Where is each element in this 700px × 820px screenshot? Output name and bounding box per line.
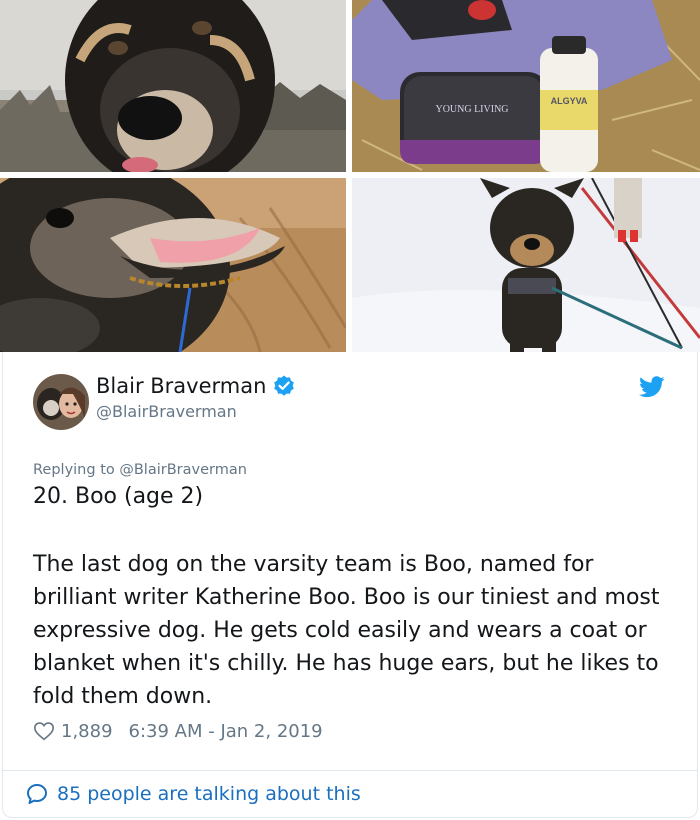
display-name[interactable]: Blair Braverman [96, 374, 266, 398]
verified-badge-icon [274, 375, 295, 396]
tweet-timestamp[interactable]: 6:39 AM - Jan 2, 2019 [129, 721, 323, 742]
avatar[interactable] [33, 374, 89, 430]
card-divider [3, 770, 697, 771]
photo-grid: YOUNG LIVING ALGYVA [0, 0, 700, 352]
twitter-bird-icon[interactable] [639, 376, 665, 398]
conversation-link[interactable]: 85 people are talking about this [25, 782, 361, 806]
speech-bubble-icon [27, 784, 47, 804]
like-count[interactable]: 1,889 [61, 721, 113, 742]
bag-logo-text: YOUNG LIVING [435, 104, 508, 115]
author-name-row: Blair Braverman [96, 374, 296, 398]
heart-outline-icon[interactable] [33, 720, 55, 742]
bottle-label-text: ALGYVA [551, 96, 588, 106]
author-handle[interactable]: @BlairBraverman [96, 402, 237, 421]
replying-to-line: Replying to @BlairBraverman [33, 462, 247, 478]
photo-dog-panting[interactable] [0, 178, 346, 352]
replying-to-label: Replying to [33, 462, 115, 478]
photo-dog-in-snow[interactable] [352, 178, 700, 352]
photo-essential-oil-kit[interactable]: YOUNG LIVING ALGYVA [352, 0, 700, 172]
talking-count-text: 85 people are talking about this [57, 783, 361, 805]
tweet-body: The last dog on the varsity team is Boo,… [33, 552, 660, 709]
tweet-meta: 1,889 6:39 AM - Jan 2, 2019 [33, 720, 323, 742]
tweet-title: 20. Boo (age 2) [33, 484, 204, 509]
replying-to-handle[interactable]: @BlairBraverman [119, 462, 247, 478]
tweet-card: Blair Braverman @BlairBraverman Replying… [2, 352, 698, 818]
photo-dog-closeup[interactable] [0, 0, 346, 172]
